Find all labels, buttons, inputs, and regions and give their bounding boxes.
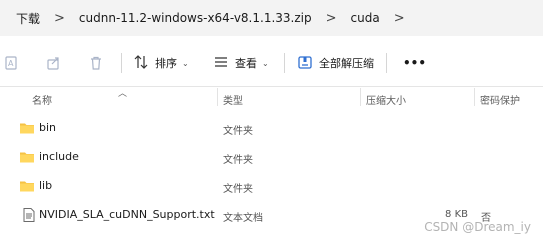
folder-icon: [19, 120, 35, 136]
column-header-password-protected[interactable]: 密码保护: [480, 92, 520, 107]
sort-button[interactable]: 排序 ⌄: [133, 52, 189, 74]
sort-ascending-icon: ︿: [118, 89, 128, 99]
breadcrumb-separator: >: [393, 10, 405, 26]
file-type: 文件夹: [223, 184, 253, 195]
column-header-type[interactable]: 类型: [223, 92, 243, 107]
rename-icon[interactable]: A: [4, 55, 20, 71]
more-options-button[interactable]: •••: [403, 52, 426, 74]
command-bar: A 排序 ⌄ 查看 ⌄ 全部解压缩 •••: [0, 40, 543, 87]
extract-zip-icon: [297, 54, 319, 73]
breadcrumb-item-zip[interactable]: cudnn-11.2-windows-x64-v8.1.1.33.zip: [71, 11, 320, 25]
column-divider[interactable]: [474, 88, 475, 106]
column-divider[interactable]: [217, 88, 218, 106]
view-icon: [213, 54, 235, 73]
column-header-name[interactable]: 名称: [32, 92, 52, 107]
watermark-text: CSDN @Dream_iy: [424, 220, 531, 234]
file-row[interactable]: bin 文件夹: [0, 114, 543, 142]
chevron-down-icon: ⌄: [262, 58, 269, 68]
more-icon: •••: [403, 56, 427, 70]
view-button[interactable]: 查看 ⌄: [213, 52, 269, 74]
file-row[interactable]: lib 文件夹: [0, 172, 543, 200]
file-type: 文件夹: [223, 155, 253, 166]
folder-icon: [19, 149, 35, 165]
breadcrumb-item-downloads[interactable]: 下载: [0, 10, 48, 27]
file-row[interactable]: include 文件夹: [0, 143, 543, 171]
svg-text:A: A: [8, 59, 14, 68]
sort-icon: [133, 54, 155, 73]
text-file-icon: [21, 207, 37, 223]
extract-all-label: 全部解压缩: [319, 57, 374, 70]
chevron-down-icon: ⌄: [182, 58, 189, 68]
view-label: 查看: [235, 57, 257, 70]
extract-all-button[interactable]: 全部解压缩: [297, 52, 374, 74]
breadcrumb-separator: >: [325, 10, 337, 26]
file-name: NVIDIA_SLA_cuDNN_Support.txt: [39, 208, 215, 221]
column-header-row: ︿ 名称 类型 压缩大小 密码保护: [0, 86, 543, 108]
file-name: bin: [39, 121, 57, 134]
breadcrumb-item-cuda[interactable]: cuda: [343, 11, 388, 25]
delete-icon[interactable]: [88, 55, 104, 71]
share-icon[interactable]: [46, 55, 62, 71]
toolbar-divider: [284, 53, 285, 73]
breadcrumb: 下载 > cudnn-11.2-windows-x64-v8.1.1.33.zi…: [0, 0, 543, 36]
breadcrumb-separator: >: [54, 10, 65, 26]
compressed-size: 8 KB: [445, 209, 468, 220]
file-type: 文本文档: [223, 213, 263, 224]
file-name: lib: [39, 179, 53, 192]
column-divider[interactable]: [360, 88, 361, 106]
folder-icon: [19, 178, 35, 194]
sort-label: 排序: [155, 57, 177, 70]
toolbar-divider: [121, 53, 122, 73]
column-header-compressed-size[interactable]: 压缩大小: [366, 92, 406, 107]
file-type: 文件夹: [223, 126, 253, 137]
file-name: include: [39, 150, 79, 163]
toolbar-divider: [386, 53, 387, 73]
